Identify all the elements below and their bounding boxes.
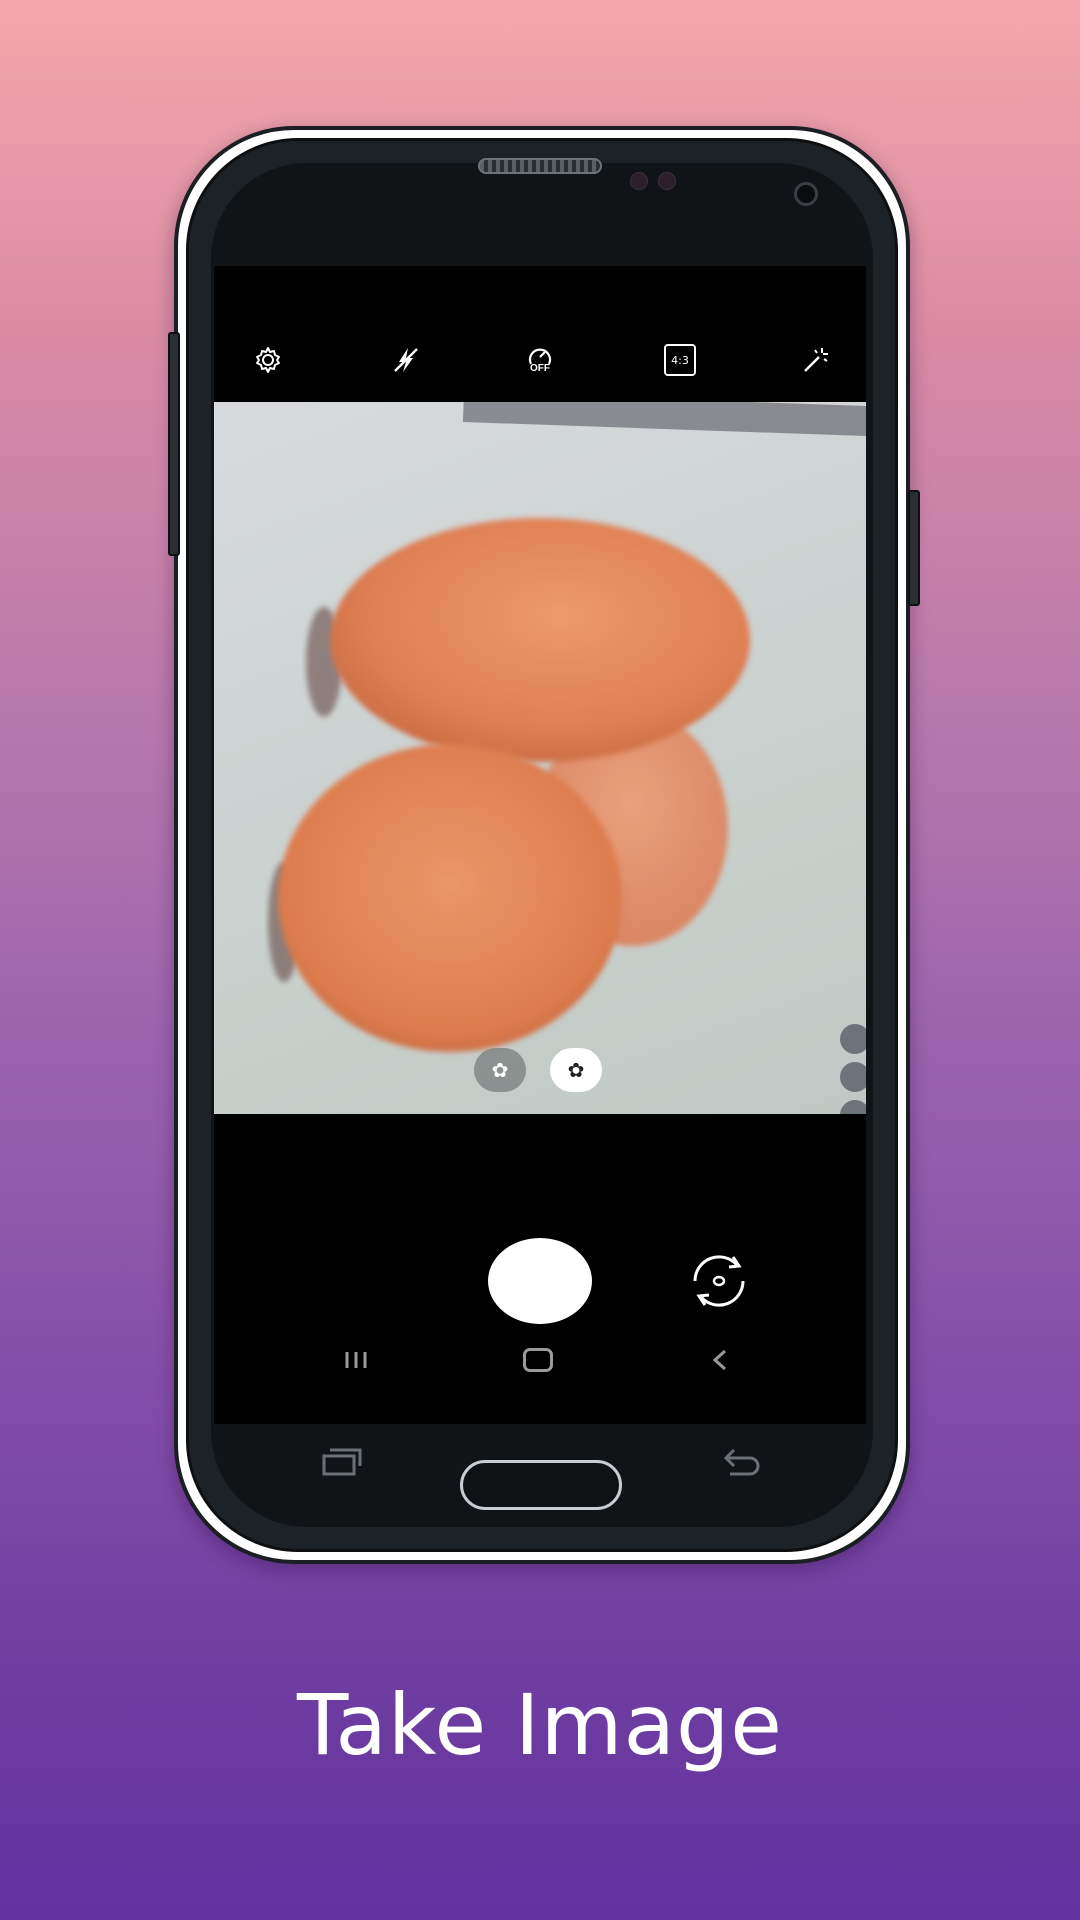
filter-effects-icon[interactable]: [796, 340, 836, 380]
aspect-ratio-icon[interactable]: 4:3: [660, 340, 700, 380]
camera-toolbar: OFF 4:3: [214, 266, 866, 402]
hardware-back-key: [716, 1440, 766, 1500]
edge-panel-dot[interactable]: [840, 1024, 866, 1054]
flash-off-icon[interactable]: [386, 340, 426, 380]
scene-optimizer-off-toggle[interactable]: ✿: [474, 1048, 526, 1092]
aspect-ratio-label: 4:3: [671, 353, 689, 367]
scene-optimizer-off-icon: ✿: [491, 1059, 509, 1082]
power-button: [908, 490, 920, 606]
settings-icon[interactable]: [248, 340, 288, 380]
scene-optimizer-on-toggle[interactable]: ✿: [550, 1048, 602, 1092]
switch-camera-icon[interactable]: [680, 1242, 758, 1320]
home-icon[interactable]: [508, 1338, 568, 1382]
shutter-button[interactable]: [488, 1238, 592, 1324]
scene-optimizer-on-icon: ✿: [567, 1059, 585, 1082]
light-sensor: [658, 172, 676, 190]
edge-panel-dot[interactable]: [840, 1062, 866, 1092]
front-camera: [794, 182, 818, 206]
timer-off-icon[interactable]: OFF: [520, 340, 560, 380]
caption-title: Take Image: [297, 1676, 783, 1774]
earpiece-speaker: [478, 158, 602, 174]
camera-viewfinder[interactable]: ✿ ✿: [214, 402, 866, 1114]
recent-apps-icon[interactable]: [326, 1338, 386, 1382]
hardware-home-button: [460, 1460, 622, 1510]
timer-label: OFF: [530, 363, 550, 374]
proximity-sensor: [630, 172, 648, 190]
hardware-recents-key: [318, 1440, 368, 1500]
back-icon[interactable]: [690, 1338, 750, 1382]
egg-preview-image: [268, 518, 750, 1052]
camera-controls: [214, 1114, 866, 1424]
camera-screen: OFF 4:3 ✿ ✿: [214, 266, 866, 1424]
volume-button: [168, 332, 180, 556]
